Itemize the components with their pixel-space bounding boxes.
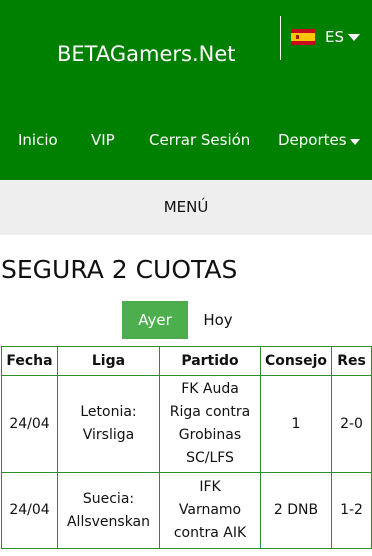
nav-item-cerrar-sesion[interactable]: Cerrar Sesión bbox=[149, 127, 250, 153]
cell-consejo: 2 DNB bbox=[260, 472, 332, 549]
cell-fecha: 24/04 bbox=[1, 375, 58, 473]
cell-liga-line: Virsliga bbox=[82, 427, 135, 443]
column-header-consejo: Consejo bbox=[260, 346, 332, 376]
table-row: 24/04 Suecia: Allsvenskan IFK Varnamo co… bbox=[1, 472, 372, 549]
menu-toggle[interactable]: MENÚ bbox=[0, 180, 372, 235]
cell-liga: Suecia: Allsvenskan bbox=[57, 472, 160, 549]
cell-liga: Letonia: Virsliga bbox=[57, 375, 160, 473]
header-divider bbox=[280, 16, 281, 60]
nav-item-deportes-label: Deportes bbox=[278, 131, 347, 149]
table-row: 24/04 Letonia: Virsliga FK Auda Riga con… bbox=[1, 375, 372, 473]
caret-down-icon bbox=[348, 33, 360, 41]
caret-down-icon bbox=[349, 139, 360, 145]
cell-partido: IFK Varnamo contra AIK bbox=[159, 472, 261, 549]
column-header-liga: Liga bbox=[57, 346, 160, 376]
cell-partido-line: SC/LFS bbox=[186, 450, 234, 466]
nav-item-inicio[interactable]: Inicio bbox=[18, 127, 58, 153]
column-header-fecha: Fecha bbox=[1, 346, 58, 376]
site-header: BETAGamers.Net ES Inicio VIP Cerrar Sesi… bbox=[0, 0, 372, 180]
cell-partido-line: Grobinas bbox=[178, 427, 242, 443]
cell-fecha: 24/04 bbox=[1, 472, 58, 549]
cell-liga-line: Letonia: bbox=[80, 404, 137, 420]
results-table: Fecha Liga Partido Consejo Res 24/04 Let… bbox=[1, 346, 372, 549]
cell-res: 2-0 bbox=[331, 375, 372, 473]
column-header-partido: Partido bbox=[159, 346, 261, 376]
main-nav: Inicio VIP Cerrar Sesión Deportes bbox=[0, 127, 372, 153]
cell-partido-line: Varnamo bbox=[178, 502, 242, 518]
cell-res: 1-2 bbox=[331, 472, 372, 549]
cell-partido-line: IFK bbox=[199, 479, 221, 495]
cell-partido-line: contra AIK bbox=[173, 525, 247, 541]
site-brand[interactable]: BETAGamers.Net bbox=[57, 40, 236, 68]
day-tabs: Ayer Hoy bbox=[122, 301, 248, 339]
spain-flag-icon bbox=[291, 29, 315, 45]
column-header-res: Res bbox=[331, 346, 372, 376]
nav-item-vip[interactable]: VIP bbox=[91, 127, 115, 153]
page-title: SEGURA 2 CUOTAS bbox=[1, 255, 238, 284]
cell-partido-line: Riga contra bbox=[169, 404, 251, 420]
cell-consejo: 1 bbox=[260, 375, 332, 473]
cell-partido-line: FK Auda bbox=[181, 381, 239, 397]
tab-hoy[interactable]: Hoy bbox=[188, 301, 248, 339]
cell-liga-line: Suecia: bbox=[82, 490, 135, 507]
language-selector[interactable]: ES bbox=[291, 28, 360, 46]
cell-partido: FK Auda Riga contra Grobinas SC/LFS bbox=[159, 375, 261, 473]
nav-item-deportes[interactable]: Deportes bbox=[278, 127, 360, 153]
table-header-row: Fecha Liga Partido Consejo Res bbox=[1, 346, 372, 376]
cell-liga-line: Allsvenskan bbox=[66, 513, 151, 530]
language-code: ES bbox=[325, 28, 344, 46]
tab-ayer[interactable]: Ayer bbox=[122, 301, 188, 339]
